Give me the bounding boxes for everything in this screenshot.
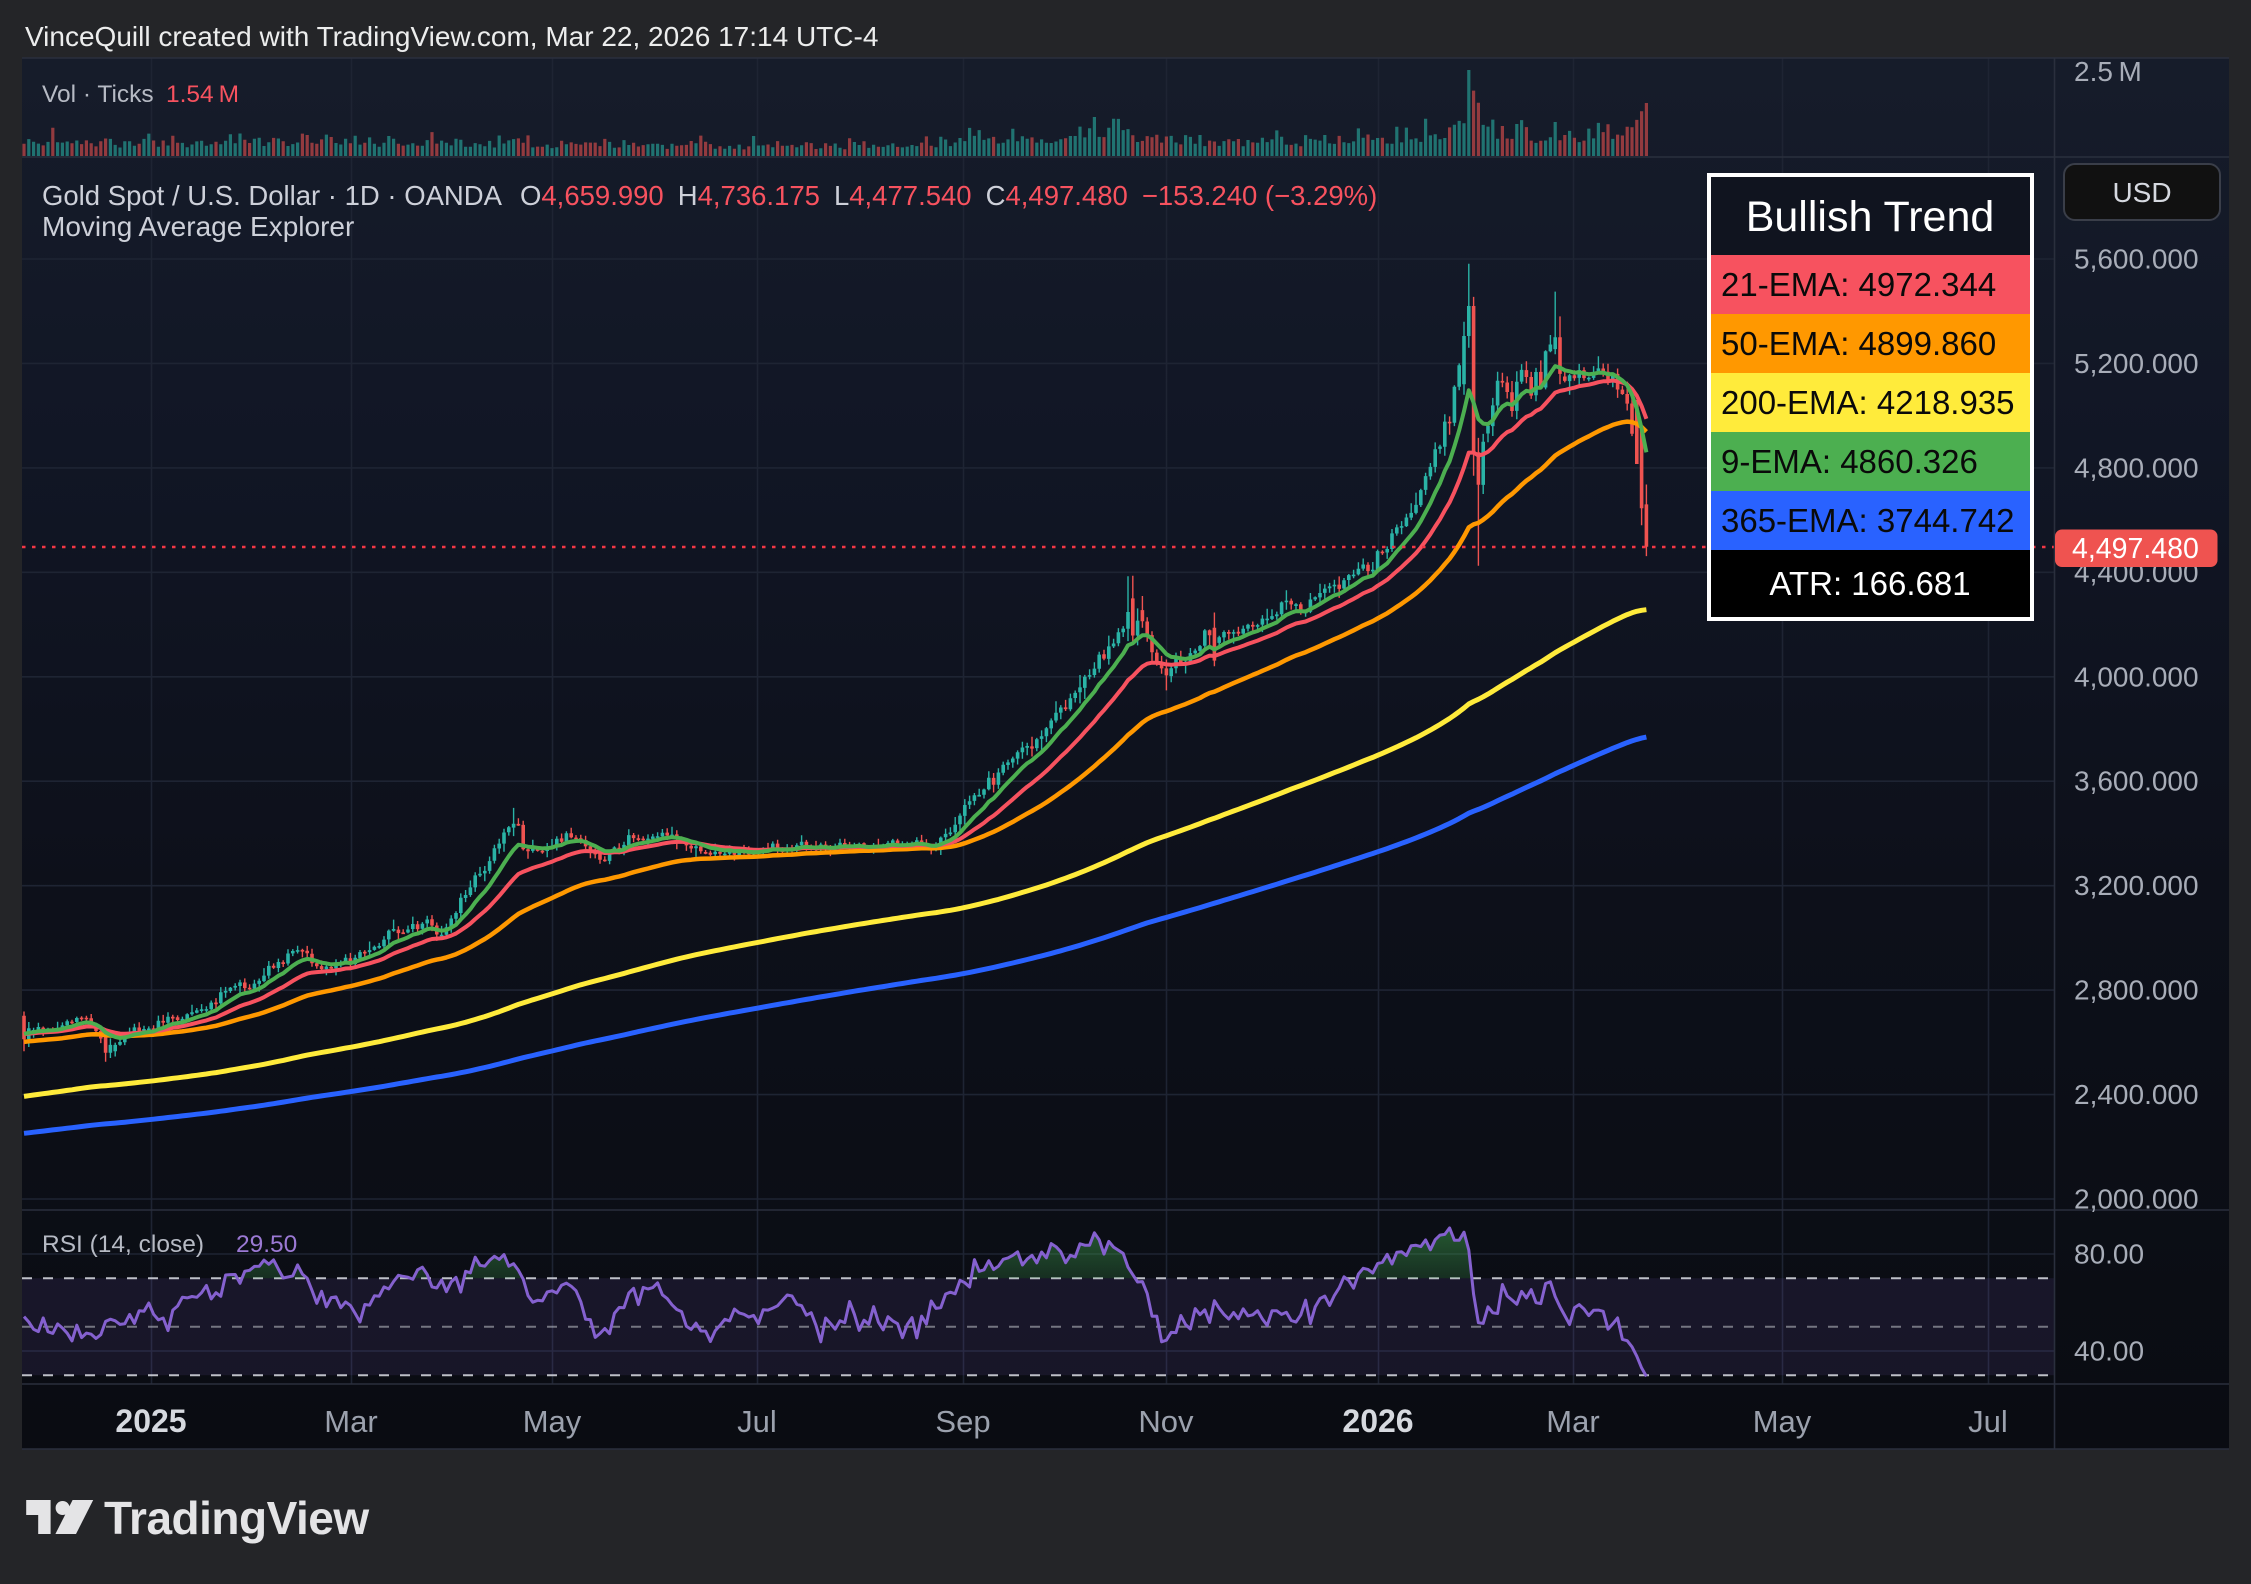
svg-text:Moving Average Explorer: Moving Average Explorer xyxy=(42,211,354,242)
svg-text:2025: 2025 xyxy=(115,1403,186,1439)
svg-text:5,200.000: 5,200.000 xyxy=(2074,348,2199,379)
svg-text:Vol · Ticks: Vol · Ticks xyxy=(42,81,154,108)
svg-text:ATR: 166.681: ATR: 166.681 xyxy=(1769,565,1970,602)
svg-text:2026: 2026 xyxy=(1342,1403,1413,1439)
svg-text:Mar: Mar xyxy=(324,1404,377,1439)
svg-text:5,600.000: 5,600.000 xyxy=(2074,244,2199,275)
svg-text:Mar: Mar xyxy=(1546,1404,1599,1439)
svg-text:Bullish Trend: Bullish Trend xyxy=(1746,193,1995,241)
svg-text:May: May xyxy=(523,1404,582,1439)
svg-text:3,600.000: 3,600.000 xyxy=(2074,766,2199,797)
svg-text:RSI (14, close): RSI (14, close) xyxy=(42,1231,204,1258)
svg-text:Jul: Jul xyxy=(737,1404,777,1439)
svg-text:VinceQuill created with Tradin: VinceQuill created with TradingView.com,… xyxy=(25,21,878,52)
svg-text:4,000.000: 4,000.000 xyxy=(2074,661,2199,692)
svg-text:4,800.000: 4,800.000 xyxy=(2074,452,2199,483)
svg-text:1.54 M: 1.54 M xyxy=(166,81,239,108)
svg-text:USD: USD xyxy=(2112,177,2171,208)
svg-text:365-EMA: 3744.742: 365-EMA: 3744.742 xyxy=(1721,502,2015,539)
svg-text:May: May xyxy=(1753,1404,1812,1439)
svg-text:200-EMA: 4218.935: 200-EMA: 4218.935 xyxy=(1721,384,2015,421)
svg-text:TradingView: TradingView xyxy=(104,1492,369,1544)
svg-text:Nov: Nov xyxy=(1138,1404,1194,1439)
svg-text:40.00: 40.00 xyxy=(2074,1336,2144,1367)
svg-text:80.00: 80.00 xyxy=(2074,1239,2144,1270)
svg-text:4,497.480: 4,497.480 xyxy=(2072,533,2199,565)
svg-text:2,000.000: 2,000.000 xyxy=(2074,1184,2199,1215)
svg-text:2,800.000: 2,800.000 xyxy=(2074,975,2199,1006)
svg-text:Gold Spot / U.S. Dollar · 1D ·: Gold Spot / U.S. Dollar · 1D · OANDAO4,6… xyxy=(42,180,1377,211)
svg-text:2.5 M: 2.5 M xyxy=(2074,56,2142,87)
svg-text:Jul: Jul xyxy=(1968,1404,2008,1439)
svg-text:29.50: 29.50 xyxy=(236,1231,297,1258)
svg-text:Sep: Sep xyxy=(935,1404,990,1439)
svg-text:50-EMA: 4899.860: 50-EMA: 4899.860 xyxy=(1721,325,1996,362)
svg-text:2,400.000: 2,400.000 xyxy=(2074,1079,2199,1110)
svg-text:3,200.000: 3,200.000 xyxy=(2074,870,2199,901)
svg-text:21-EMA: 4972.344: 21-EMA: 4972.344 xyxy=(1721,266,1996,303)
svg-text:9-EMA: 4860.326: 9-EMA: 4860.326 xyxy=(1721,443,1978,480)
